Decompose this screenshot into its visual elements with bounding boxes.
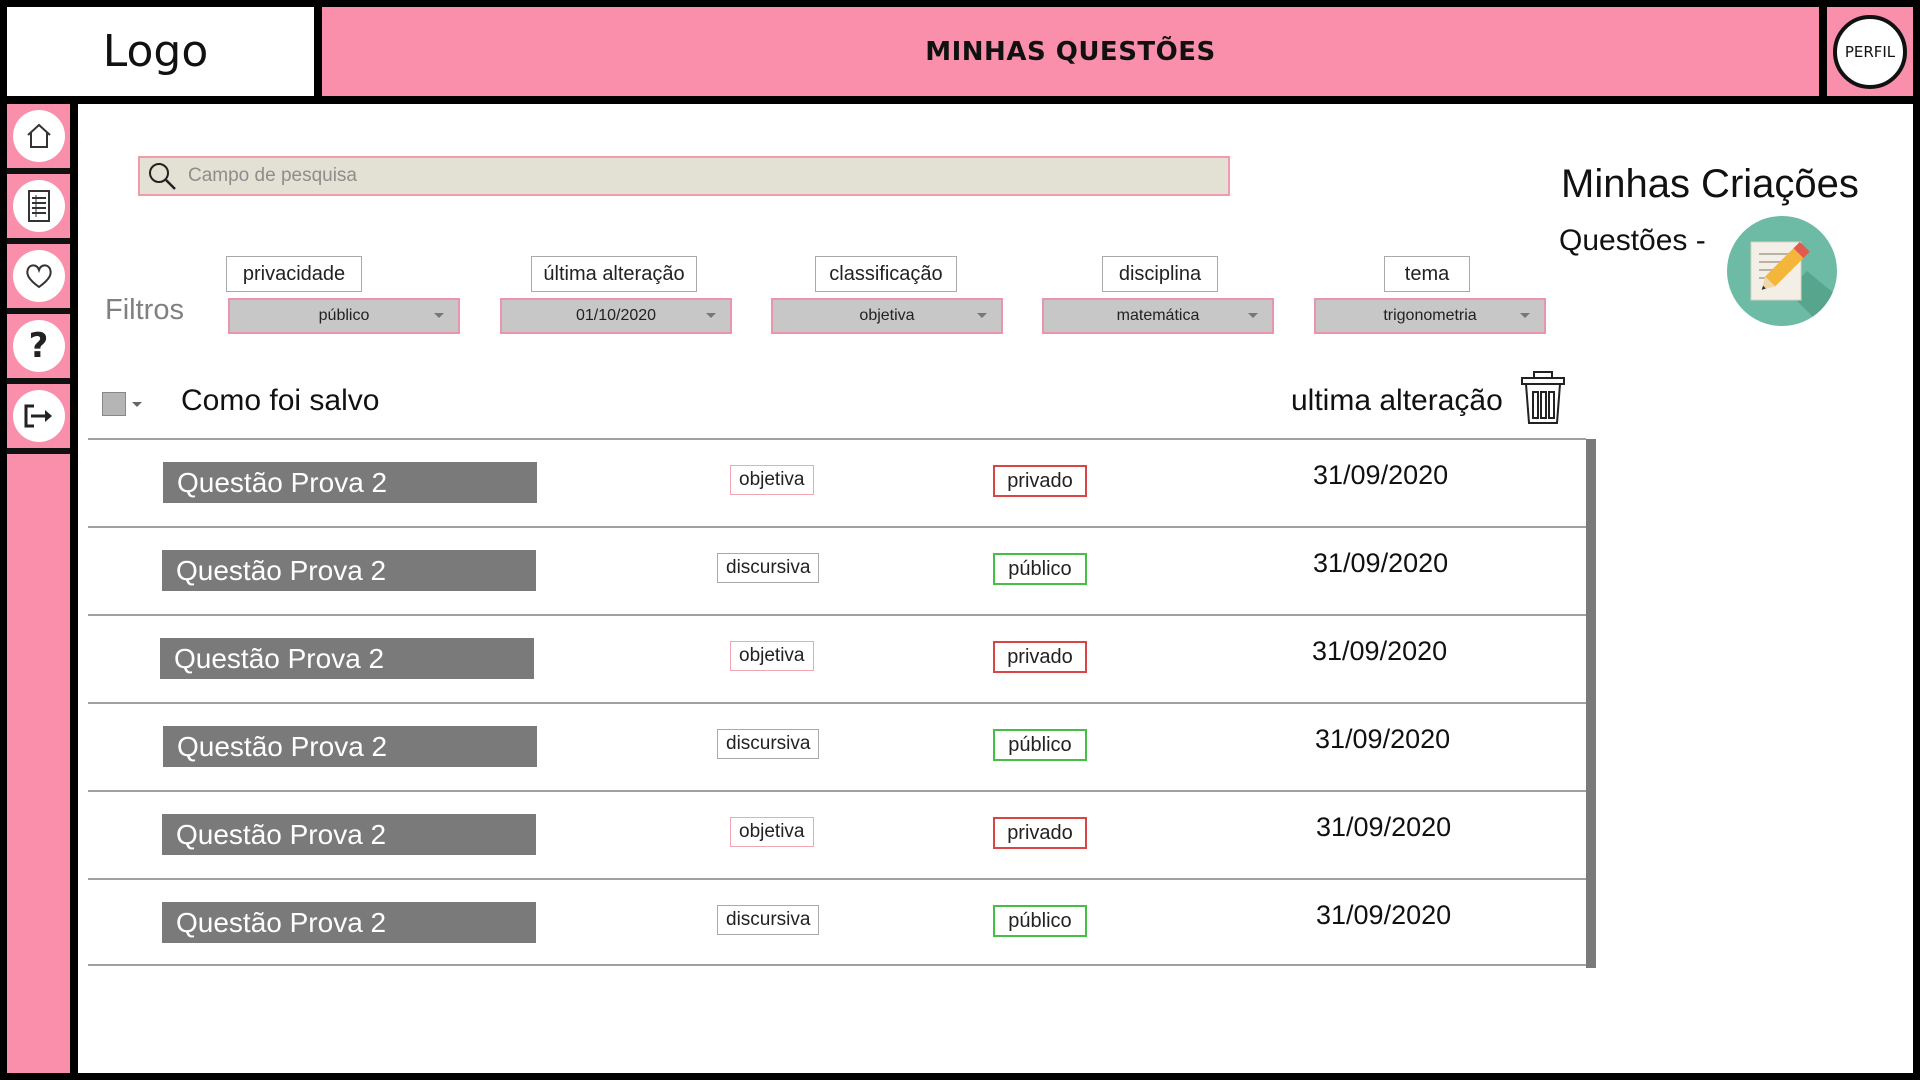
creations-subtitle: Questões - xyxy=(1559,224,1706,257)
main-content: Minhas Criações Questões - Filtros priva… xyxy=(78,104,1913,1073)
filter-tag-tema: tema xyxy=(1384,256,1470,292)
privacy-badge: público xyxy=(993,905,1087,937)
question-name[interactable]: Questão Prova 2 xyxy=(162,550,536,591)
question-type-badge: objetiva xyxy=(730,465,814,495)
filter-select-value: matemática xyxy=(1116,307,1200,324)
chevron-down-icon xyxy=(1248,313,1258,318)
privacy-badge: público xyxy=(993,729,1087,761)
filter-select-classificacao[interactable]: objetiva xyxy=(771,298,1003,334)
profile-button[interactable]: PERFIL xyxy=(1833,14,1907,89)
sidebar-item-home[interactable] xyxy=(7,104,70,168)
logout-icon xyxy=(24,404,52,428)
question-date: 31/09/2020 xyxy=(1313,548,1449,578)
sidebar-item-documents[interactable] xyxy=(7,174,70,238)
table-row[interactable]: Questão Prova 2 objetiva privado 31/09/2… xyxy=(88,790,1586,878)
filter-tag-ultima-alteracao: última alteração xyxy=(531,256,697,292)
chevron-down-icon xyxy=(706,313,716,318)
question-type-badge: objetiva xyxy=(730,641,814,671)
question-type-badge: objetiva xyxy=(730,817,814,847)
edit-document-icon[interactable] xyxy=(1727,216,1837,326)
filter-select-tema[interactable]: trigonometria xyxy=(1314,298,1546,334)
home-icon xyxy=(26,123,51,148)
question-name[interactable]: Questão Prova 2 xyxy=(162,902,536,943)
list-header-last-change: ultima alteração xyxy=(1291,384,1503,417)
list-scrollbar[interactable] xyxy=(1586,439,1596,968)
chevron-down-icon xyxy=(977,313,987,318)
table-row[interactable]: Questão Prova 2 discursiva público 31/09… xyxy=(88,702,1586,790)
question-name[interactable]: Questão Prova 2 xyxy=(163,726,537,767)
sidebar-divider xyxy=(7,448,70,454)
filter-select-disciplina[interactable]: matemática xyxy=(1042,298,1274,334)
trash-icon[interactable] xyxy=(1518,370,1568,426)
chevron-down-icon xyxy=(1520,313,1530,318)
sidebar-favorites-circle xyxy=(12,250,65,302)
select-all-checkbox[interactable] xyxy=(102,392,126,416)
filter-select-value: trigonometria xyxy=(1383,307,1477,324)
search-icon[interactable] xyxy=(146,160,178,192)
sidebar-logout-circle xyxy=(12,390,65,442)
creations-title: Minhas Criações xyxy=(1561,162,1859,206)
help-icon: ? xyxy=(28,326,49,366)
search-bar xyxy=(138,156,1230,196)
table-row[interactable]: Questão Prova 2 objetiva privado 31/09/2… xyxy=(88,438,1586,526)
privacy-badge: público xyxy=(993,553,1087,585)
question-date: 31/09/2020 xyxy=(1316,812,1452,842)
question-type-badge: discursiva xyxy=(717,905,820,935)
search-input[interactable] xyxy=(186,164,1090,188)
table-row[interactable]: Questão Prova 2 discursiva público 31/09… xyxy=(88,526,1586,614)
filter-select-value: 01/10/2020 xyxy=(575,307,657,324)
logo[interactable]: Logo xyxy=(7,7,314,96)
question-name[interactable]: Questão Prova 2 xyxy=(162,814,536,855)
filter-select-value: objetiva xyxy=(859,307,915,324)
sidebar-item-help[interactable]: ? xyxy=(7,314,70,378)
question-date: 31/09/2020 xyxy=(1315,724,1451,754)
heart-icon xyxy=(25,264,52,289)
filter-tag-disciplina: disciplina xyxy=(1102,256,1218,292)
question-date: 31/09/2020 xyxy=(1313,460,1449,490)
table-row[interactable]: Questão Prova 2 objetiva privado 31/09/2… xyxy=(88,614,1586,702)
question-name[interactable]: Questão Prova 2 xyxy=(163,462,537,503)
privacy-badge: privado xyxy=(993,465,1087,497)
question-type-badge: discursiva xyxy=(717,553,820,583)
table-row[interactable]: Questão Prova 2 discursiva público 31/09… xyxy=(88,878,1586,966)
filter-select-value: público xyxy=(318,307,370,324)
chevron-down-icon xyxy=(434,313,444,318)
question-name[interactable]: Questão Prova 2 xyxy=(160,638,534,679)
privacy-badge: privado xyxy=(993,817,1087,849)
profile-area: PERFIL xyxy=(1827,7,1913,96)
sidebar-home-circle xyxy=(12,110,65,162)
filter-select-ultima-alteracao[interactable]: 01/10/2020 xyxy=(500,298,732,334)
sidebar-item-logout[interactable] xyxy=(7,384,70,448)
edit-document-graphic xyxy=(1750,241,1837,326)
question-type-badge: discursiva xyxy=(717,729,820,759)
document-icon xyxy=(27,190,50,222)
privacy-badge: privado xyxy=(993,641,1087,673)
sidebar-help-circle: ? xyxy=(12,320,65,372)
chevron-down-icon[interactable] xyxy=(132,402,142,407)
question-date: 31/09/2020 xyxy=(1312,636,1448,666)
filter-select-privacidade[interactable]: público xyxy=(228,298,460,334)
profile-label: PERFIL xyxy=(1844,42,1896,61)
sidebar-documents-circle xyxy=(12,180,65,232)
filter-tag-classificacao: classificação xyxy=(815,256,957,292)
logo-text: Logo xyxy=(102,26,209,77)
filter-tag-privacidade: privacidade xyxy=(226,256,362,292)
list-header-title: Como foi salvo xyxy=(181,384,380,417)
question-date: 31/09/2020 xyxy=(1316,900,1452,930)
sidebar-item-favorites[interactable] xyxy=(7,244,70,308)
sidebar: ? xyxy=(7,104,70,1073)
page-title: MINHAS QUESTÕES xyxy=(925,36,1216,67)
filters-label: Filtros xyxy=(105,294,184,326)
page-header: MINHAS QUESTÕES xyxy=(322,7,1819,96)
